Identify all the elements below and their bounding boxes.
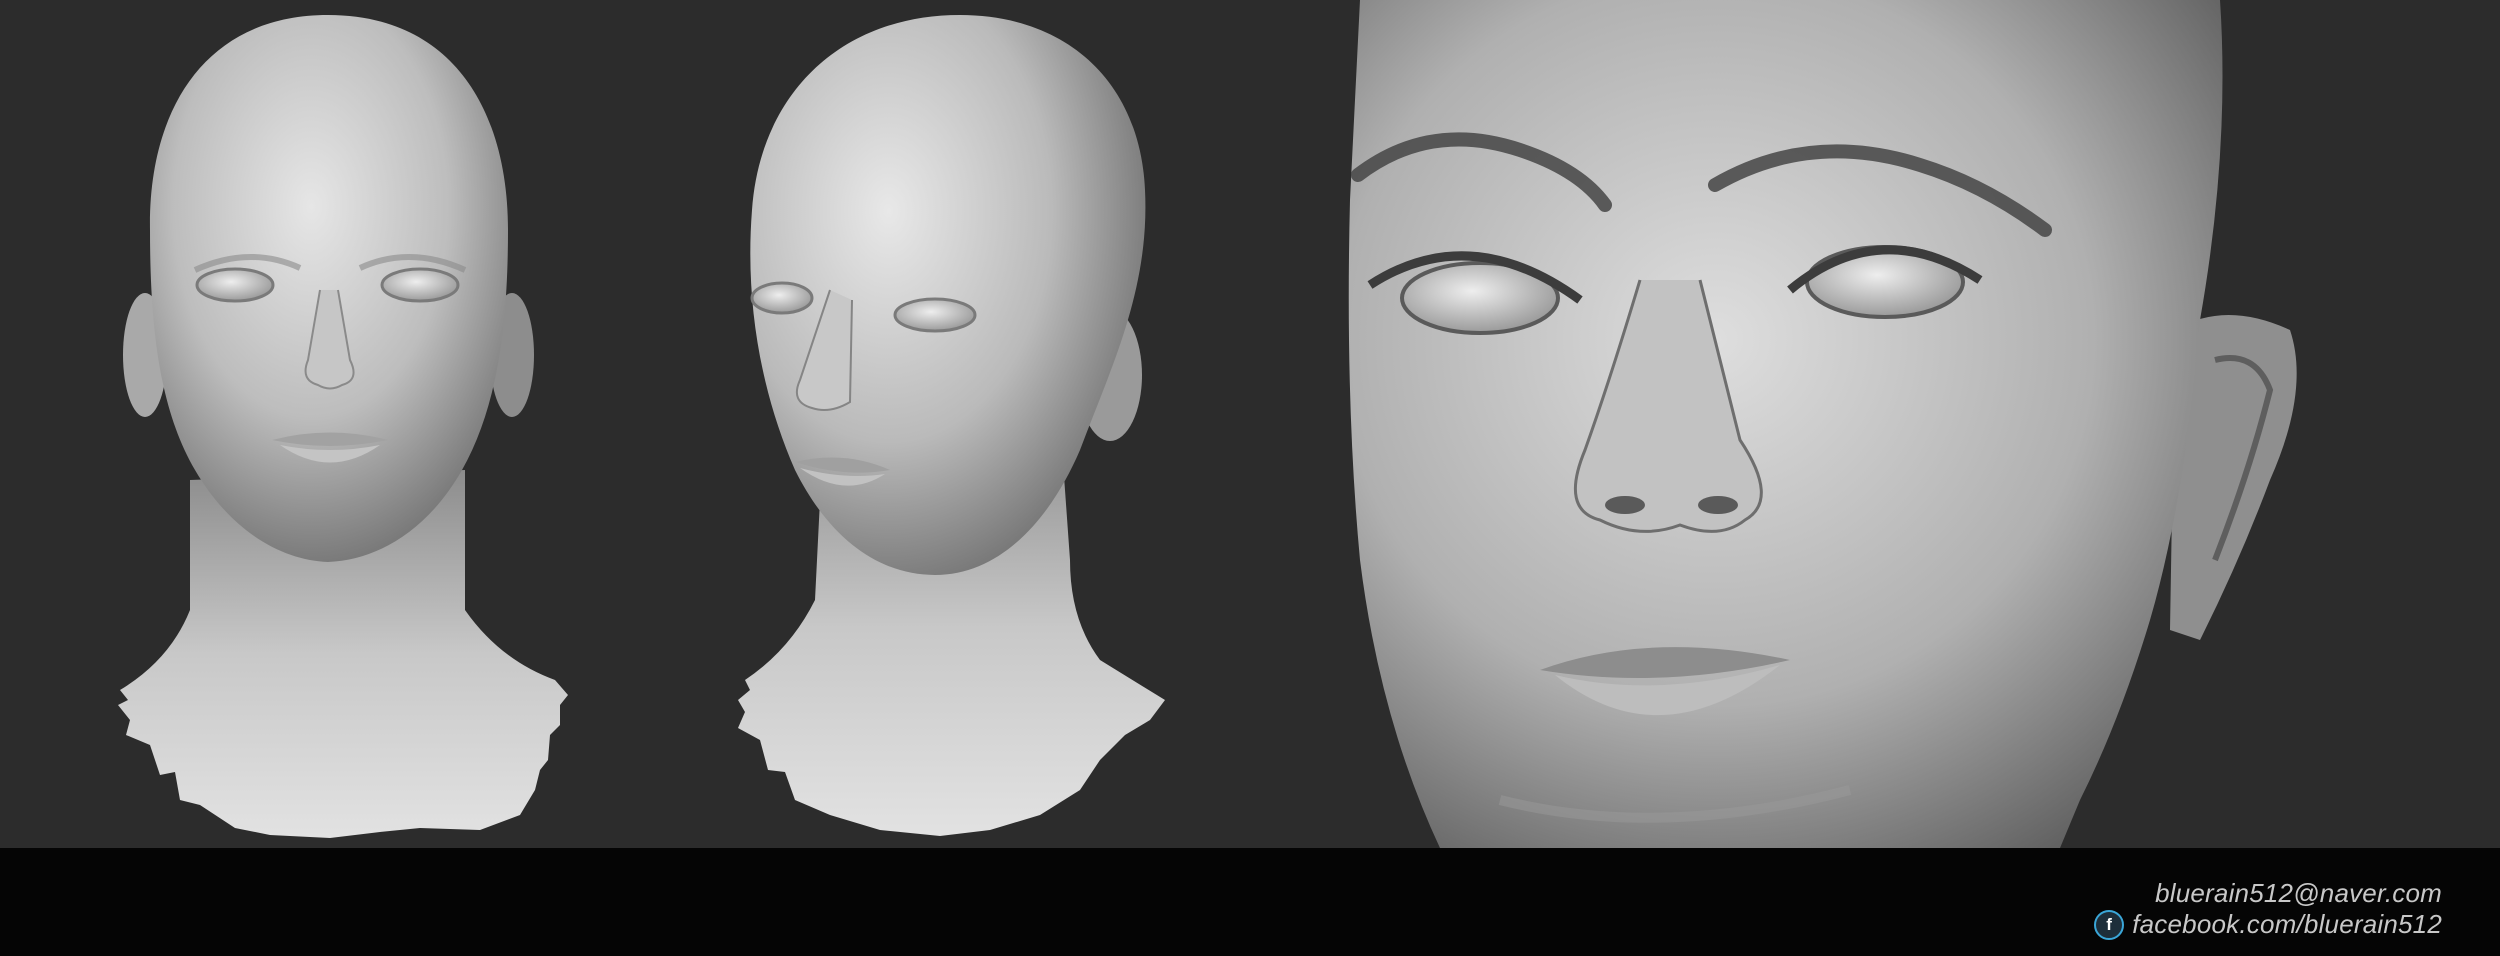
closeup-view — [1348, 0, 2297, 848]
footer-bar: bluerain512@naver.com f facebook.com/blu… — [0, 848, 2500, 956]
facebook-icon: f — [2094, 909, 2125, 940]
email-line: bluerain512@naver.com — [2094, 878, 2442, 909]
sculpt-renders — [118, 0, 2297, 848]
email-text: bluerain512@naver.com — [2155, 878, 2442, 908]
sculpt-render-area — [0, 0, 2500, 848]
contact-info: bluerain512@naver.com f facebook.com/blu… — [2094, 878, 2442, 940]
three-quarter-view — [738, 15, 1165, 836]
facebook-line: f facebook.com/bluerain512 — [2094, 909, 2442, 940]
facebook-link: facebook.com/bluerain512 — [2132, 909, 2442, 939]
sculpt-presentation: bluerain512@naver.com f facebook.com/blu… — [0, 0, 2500, 956]
front-view — [118, 15, 568, 838]
